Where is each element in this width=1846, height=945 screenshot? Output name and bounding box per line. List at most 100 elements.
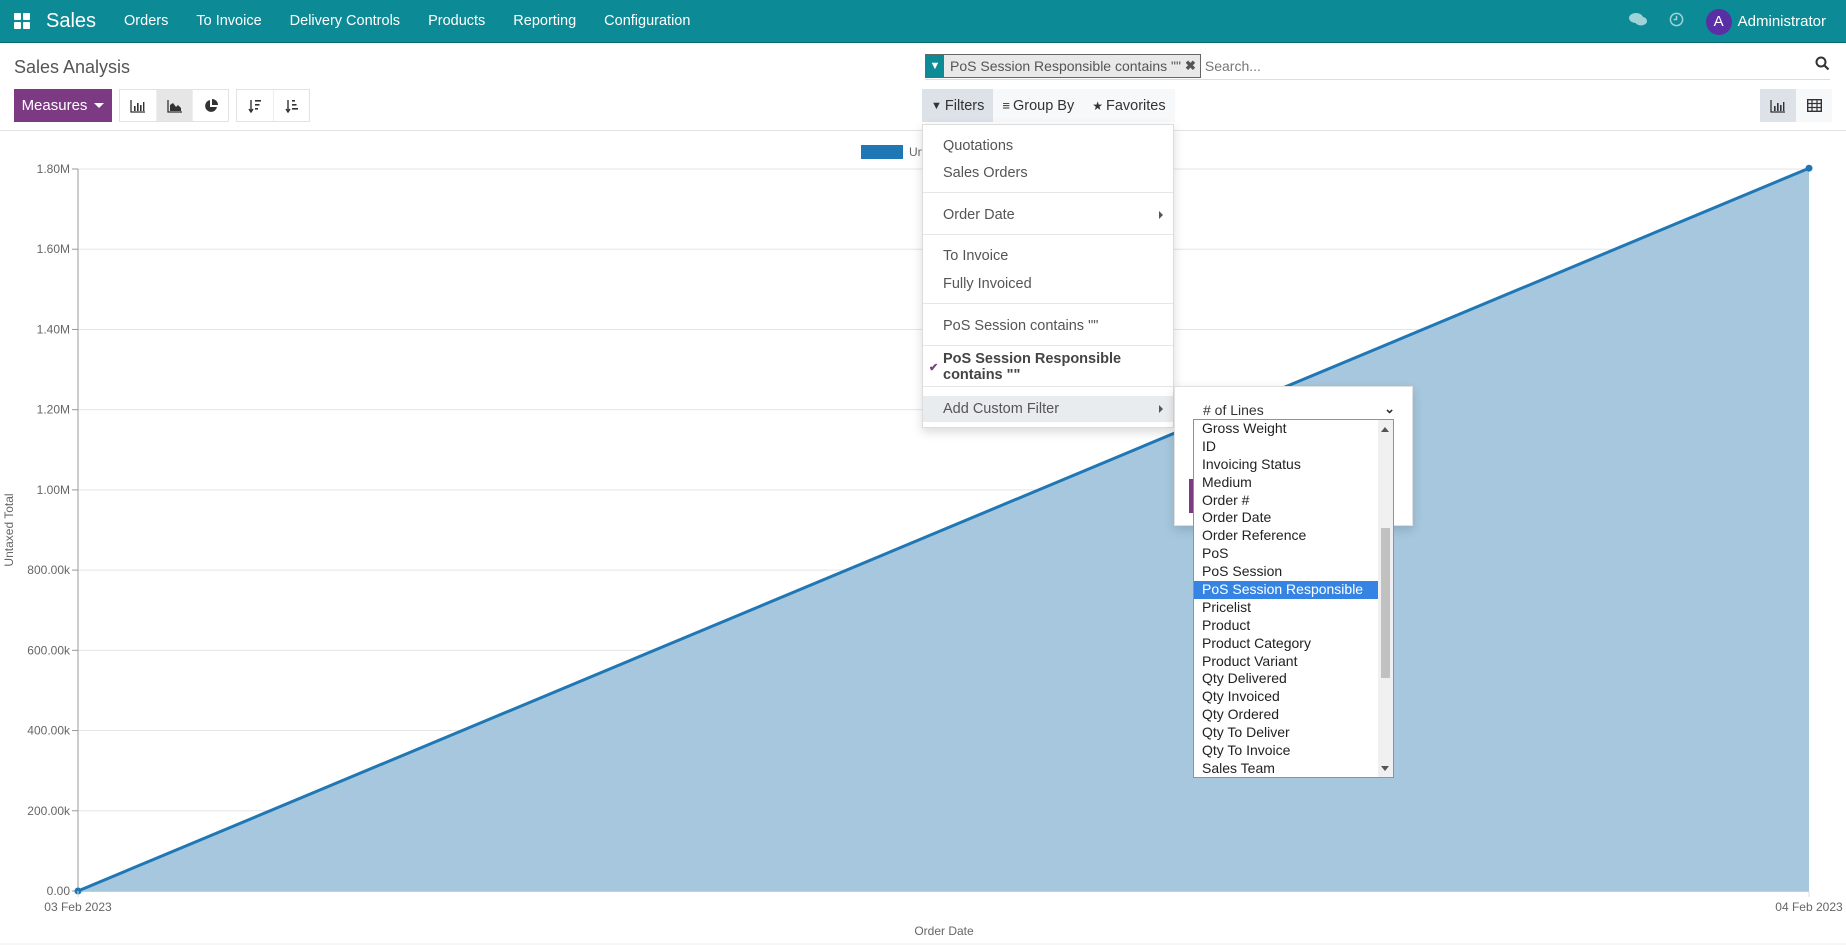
pivot-view-button[interactable]	[1796, 89, 1832, 122]
y-tick-label: 1.20M	[37, 403, 70, 417]
field-option[interactable]: Pricelist	[1194, 599, 1378, 617]
sort-group	[236, 89, 310, 122]
filter-label: To Invoice	[943, 248, 1009, 264]
menu-orders[interactable]: Orders	[110, 13, 182, 29]
filter-label: Quotations	[943, 138, 1014, 154]
search-box: ▼ PoS Session Responsible contains "" ✖	[925, 53, 1830, 80]
menu-configuration[interactable]: Configuration	[590, 13, 704, 29]
facet-label: PoS Session Responsible contains ""	[950, 58, 1181, 74]
menu-delivery-controls[interactable]: Delivery Controls	[276, 13, 414, 29]
pie-chart-button[interactable]	[192, 90, 228, 121]
y-tick-label: 1.80M	[37, 162, 70, 176]
caret-right-icon	[1159, 405, 1163, 413]
add-custom-filter[interactable]: Add Custom Filter	[923, 396, 1173, 422]
menu-divider	[923, 303, 1173, 304]
scrollbar-thumb[interactable]	[1381, 528, 1390, 678]
search-icon[interactable]	[1815, 56, 1830, 76]
menu-products[interactable]: Products	[414, 13, 499, 29]
measures-label: Measures	[21, 97, 88, 114]
field-option[interactable]: Product	[1194, 617, 1378, 635]
scroll-down-icon[interactable]	[1381, 766, 1389, 771]
y-tick-label: 1.60M	[37, 242, 70, 256]
search-facet: ▼ PoS Session Responsible contains "" ✖	[925, 54, 1201, 78]
field-option[interactable]: Qty To Invoice	[1194, 742, 1378, 760]
field-option[interactable]: Gross Weight	[1194, 420, 1378, 438]
filter-icon: ▼	[931, 99, 942, 112]
filters-dropdown: Quotations Sales Orders Order Date To In…	[922, 124, 1174, 428]
filter-label: Sales Orders	[943, 165, 1028, 181]
field-option[interactable]: Order Date	[1194, 509, 1378, 527]
field-option[interactable]: Order #	[1194, 492, 1378, 510]
field-option[interactable]: PoS	[1194, 545, 1378, 563]
sort-descending-button[interactable]	[237, 90, 273, 121]
menu-to-invoice[interactable]: To Invoice	[182, 13, 275, 29]
menu-reporting[interactable]: Reporting	[499, 13, 590, 29]
app-name[interactable]: Sales	[46, 10, 96, 33]
y-tick-label: 200.00k	[27, 804, 71, 818]
scroll-up-icon[interactable]	[1381, 427, 1389, 432]
control-panel: Sales Analysis Measures ▼ PoS Session Re…	[0, 43, 1846, 131]
table-icon	[1806, 99, 1822, 112]
chart-legend[interactable]: Un	[861, 145, 924, 159]
line-chart-button[interactable]	[156, 90, 192, 121]
x-tick-label: 04 Feb 2023	[1775, 900, 1843, 914]
view-switcher	[1760, 89, 1832, 122]
user-name[interactable]: Administrator	[1738, 13, 1826, 30]
field-option[interactable]: Product Category	[1194, 635, 1378, 653]
field-option[interactable]: Qty To Deliver	[1194, 724, 1378, 742]
scrollbar[interactable]	[1378, 420, 1393, 777]
filter-label: Add Custom Filter	[943, 401, 1060, 417]
sort-ascending-button[interactable]	[273, 90, 309, 121]
graph-view-button[interactable]	[1760, 89, 1796, 122]
bar-chart-button[interactable]	[120, 90, 156, 121]
checkmark-icon: ✔	[929, 361, 939, 374]
chat-icon[interactable]	[1628, 12, 1647, 31]
field-option[interactable]: Order Reference	[1194, 527, 1378, 545]
x-axis-label: Order Date	[914, 924, 974, 938]
list-icon: ≡	[1002, 98, 1010, 113]
menu-divider	[923, 192, 1173, 193]
field-option[interactable]: PoS Session Responsible	[1194, 581, 1378, 599]
sort-descending-icon	[248, 99, 261, 113]
activity-clock-icon[interactable]	[1669, 12, 1684, 31]
field-option[interactable]: Product Variant	[1194, 653, 1378, 671]
filter-pos-session-responsible[interactable]: ✔ PoS Session Responsible contains ""	[923, 351, 1173, 383]
group-by-toggle[interactable]: ≡ Group By	[993, 89, 1083, 122]
filter-to-invoice[interactable]: To Invoice	[923, 243, 1173, 269]
page-title: Sales Analysis	[14, 57, 131, 77]
filter-pos-session[interactable]: PoS Session contains ""	[923, 313, 1173, 339]
measures-button[interactable]: Measures	[14, 89, 112, 122]
menu-divider	[923, 345, 1173, 346]
field-option[interactable]: Qty Invoiced	[1194, 688, 1378, 706]
bar-chart-icon	[130, 99, 145, 113]
y-tick-label: 800.00k	[27, 563, 71, 577]
filters-label: Filters	[944, 97, 985, 114]
caret-right-icon	[1159, 211, 1163, 219]
filter-fully-invoiced[interactable]: Fully Invoiced	[923, 271, 1173, 297]
y-tick-label: 1.40M	[37, 322, 70, 336]
field-select[interactable]: # of Lines ⌄	[1203, 399, 1399, 421]
field-option[interactable]: PoS Session	[1194, 563, 1378, 581]
search-input[interactable]	[1204, 58, 1805, 74]
filters-toggle[interactable]: ▼ Filters	[922, 89, 994, 122]
x-tick-label: 03 Feb 2023	[44, 900, 112, 914]
filter-sales-orders[interactable]: Sales Orders	[923, 160, 1173, 186]
field-option[interactable]: Qty Ordered	[1194, 706, 1378, 724]
user-avatar[interactable]: A	[1705, 8, 1732, 35]
favorites-toggle[interactable]: ★ Favorites	[1083, 89, 1174, 122]
filter-order-date[interactable]: Order Date	[923, 202, 1173, 228]
filter-label: PoS Session contains ""	[943, 318, 1099, 334]
filter-quotations[interactable]: Quotations	[923, 133, 1173, 159]
remove-facet-icon[interactable]: ✖	[1185, 58, 1200, 74]
favorites-label: Favorites	[1105, 97, 1166, 114]
apps-menu-icon[interactable]	[14, 13, 30, 29]
field-option[interactable]: Invoicing Status	[1194, 456, 1378, 474]
graph-view-icon	[1770, 99, 1785, 113]
field-option[interactable]: Qty Delivered	[1194, 670, 1378, 688]
field-select-value: # of Lines	[1203, 402, 1264, 418]
field-option[interactable]: Medium	[1194, 474, 1378, 492]
field-option[interactable]: Sales Team	[1194, 760, 1378, 777]
field-options-list[interactable]: Gross Weight ID Invoicing Status Medium Orde…	[1193, 419, 1394, 778]
area-chart-icon	[166, 99, 182, 113]
field-option[interactable]: ID	[1194, 438, 1378, 456]
